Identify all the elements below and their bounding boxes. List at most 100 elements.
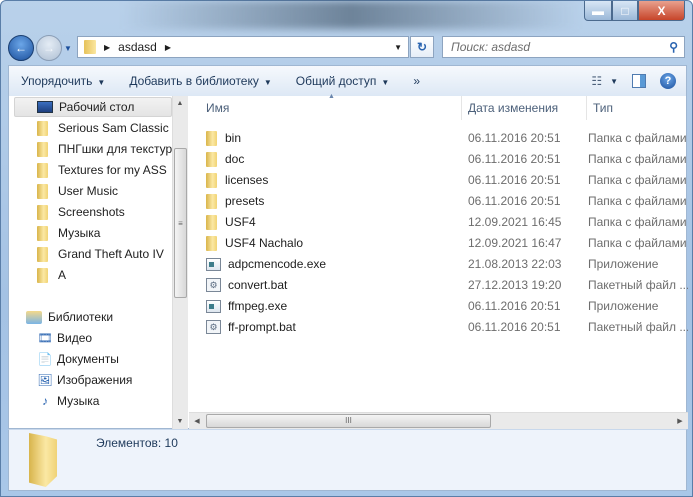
nav-item-folder[interactable]: Serious Sam Classic T [37,118,172,138]
file-type: Приложение [588,257,659,271]
navigation-pane: Рабочий стол Serious Sam Classic T ПНГшки… [9,96,172,429]
add-to-library-button[interactable]: Добавить в библиотеку ▼ [117,74,283,88]
content-area: Рабочий стол Serious Sam Classic T ПНГшки… [8,93,688,429]
nav-item-library[interactable]: 🎞 Видео [37,328,92,348]
horizontal-scrollbar-thumb[interactable]: III [206,414,491,428]
nav-scrollbar[interactable]: ▲ ≡ ▼ [172,96,188,429]
nav-label: Textures for my ASS [58,163,167,177]
preview-pane-icon[interactable] [632,74,646,88]
explorer-window: ▬ □ X ← → ▼ ▶ asdasd ▶ ▼ ↻ Поиск: asdasd… [0,0,693,497]
file-row[interactable]: USF4 Nachalo 12.09.2021 16:47 Папка с файл… [206,233,688,253]
item-count: Элементов: 10 [96,436,178,450]
application-icon [206,299,221,313]
minimize-button[interactable]: ▬ [584,1,612,21]
chevron-down-icon: ▼ [263,78,272,87]
file-date: 06.11.2016 20:51 [468,320,561,334]
share-button[interactable]: Общий доступ ▼ [284,74,402,88]
file-row[interactable]: bin 06.11.2016 20:51 Папка с файлами [206,128,688,148]
search-input[interactable]: Поиск: asdasd ⚲ [442,36,685,58]
file-row[interactable]: ⚙ convert.bat 27.12.2013 19:20 Пакетный фай… [206,275,688,295]
scroll-up-icon[interactable]: ▲ [173,100,187,107]
breadcrumb-arrow-icon[interactable]: ▶ [165,43,171,52]
nav-label: Музыка [57,394,100,408]
folder-icon [84,40,96,54]
file-row[interactable]: adpcmencode.exe 21.08.2013 22:03 Приложени… [206,254,688,274]
file-name: bin [225,131,242,145]
file-row[interactable]: USF4 12.09.2021 16:45 Папка с файлами [206,212,688,232]
file-date: 06.11.2016 20:51 [468,194,561,208]
refresh-button[interactable]: ↻ [410,36,434,58]
nav-label: ПНГшки для текстур [58,142,172,156]
close-button[interactable]: X [638,1,685,21]
nav-item-folder[interactable]: Textures for my ASS [37,160,167,180]
nav-scrollbar-thumb[interactable]: ≡ [174,148,187,298]
folder-icon [37,225,48,241]
file-row[interactable]: ffmpeg.exe 06.11.2016 20:51 Приложение [206,296,688,316]
organize-button[interactable]: Упорядочить ▼ [9,74,117,88]
file-type: Папка с файлами [588,194,687,208]
nav-item-folder[interactable]: Музыка [37,223,100,243]
nav-label: Музыка [58,226,101,240]
nav-label: Библиотеки [48,310,114,324]
view-dropdown-icon[interactable]: ▼ [610,77,618,86]
search-placeholder: Поиск: asdasd [451,40,531,54]
folder-icon [37,183,48,199]
address-dropdown-icon[interactable]: ▼ [394,43,402,52]
folder-icon [37,204,48,220]
header-label: Тип [593,101,614,115]
file-row[interactable]: doc 06.11.2016 20:51 Папка с файлами [206,149,688,169]
search-icon[interactable]: ⚲ [669,40,678,54]
back-button[interactable]: ← [8,35,34,61]
nav-item-desktop[interactable]: Рабочий стол [14,97,172,117]
nav-item-library[interactable]: ♪ Музыка [37,391,99,411]
more-commands-button[interactable]: » [401,74,432,88]
column-header-type[interactable]: Тип [587,96,688,120]
libraries-icon [26,310,42,324]
scroll-left-icon[interactable]: ◀ [190,417,204,425]
scroll-down-icon[interactable]: ▼ [173,418,187,425]
chevron-down-icon: ▼ [97,78,106,87]
file-row[interactable]: presets 06.11.2016 20:51 Папка с файлами [206,191,688,211]
folder-icon [206,130,217,146]
nav-label: Видео [57,331,93,345]
nav-item-library[interactable]: 🖼 Изображения [37,370,132,390]
music-icon: ♪ [42,394,48,408]
nav-label: Grand Theft Auto IV [58,247,164,261]
horizontal-scrollbar[interactable]: ◀ III ▶ [189,412,688,429]
file-date: 06.11.2016 20:51 [468,131,561,145]
maximize-button[interactable]: □ [612,1,638,21]
view-options-icon[interactable]: ☷ [591,74,602,88]
file-row[interactable]: ⚙ ff-prompt.bat 06.11.2016 20:51 Пакетный ф… [206,317,688,337]
history-dropdown-icon[interactable]: ▼ [64,44,72,53]
nav-label: A [58,268,67,282]
breadcrumb-asdasd[interactable]: asdasd [118,40,157,54]
nav-item-folder[interactable]: Screenshots [37,202,125,222]
nav-item-library[interactable]: 📄 Документы [37,349,119,369]
file-date: 27.12.2013 19:20 [468,278,562,292]
nav-item-libraries[interactable]: Библиотеки [26,307,113,327]
folder-icon [37,162,48,178]
nav-item-folder[interactable]: A [37,265,66,285]
command-bar: Упорядочить ▼ Добавить в библиотеку ▼ Общи… [8,65,687,96]
nav-label: Документы [57,352,119,366]
column-header-name[interactable]: Имя [189,96,462,120]
scroll-right-icon[interactable]: ▶ [673,417,687,425]
nav-item-folder[interactable]: Grand Theft Auto IV [37,244,164,264]
column-header-date[interactable]: Дата изменения [462,96,587,120]
nav-label: Screenshots [58,205,125,219]
file-type: Папка с файлами [588,152,687,166]
documents-icon: 📄 [37,352,53,366]
folder-large-icon [29,433,57,487]
file-row[interactable]: licenses 06.11.2016 20:51 Папка с файлами [206,170,688,190]
address-bar[interactable]: ▶ asdasd ▶ ▼ [77,36,409,58]
file-type: Папка с файлами [588,215,687,229]
video-icon: 🎞 [37,331,53,345]
folder-icon [206,214,217,230]
nav-item-folder[interactable]: User Music [37,181,118,201]
nav-item-folder[interactable]: ПНГшки для текстур [37,139,172,159]
breadcrumb-arrow-icon[interactable]: ▶ [104,43,110,52]
nav-label: Изображения [57,373,133,387]
help-icon[interactable]: ? [660,73,676,89]
nav-label: Serious Sam Classic T [58,121,172,135]
forward-button[interactable]: → [36,35,62,61]
